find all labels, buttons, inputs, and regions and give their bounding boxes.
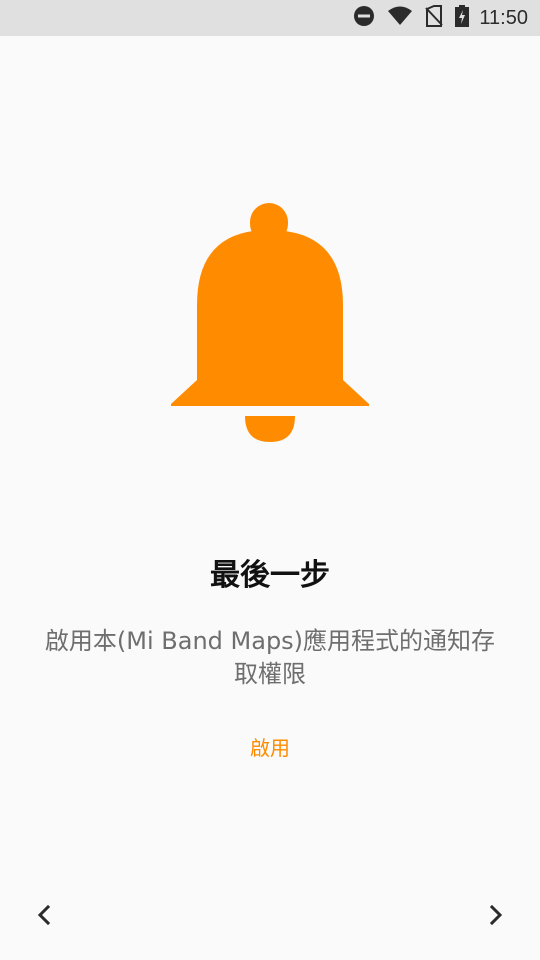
- status-bar: 11:50: [0, 0, 540, 36]
- battery-charging-icon: [455, 5, 470, 31]
- permission-description: 啟用本(Mi Band Maps)應用程式的通知存取權限: [44, 627, 496, 688]
- previous-button[interactable]: [22, 896, 66, 936]
- enable-button[interactable]: 啟用: [220, 728, 320, 764]
- page-title: 最後一步: [210, 558, 330, 593]
- next-button[interactable]: [474, 896, 518, 936]
- do-not-disturb-icon: [353, 5, 375, 31]
- no-sim-icon: [425, 5, 444, 31]
- chevron-right-icon: [488, 904, 504, 929]
- status-time: 11:50: [479, 6, 528, 29]
- wifi-icon: [387, 5, 413, 31]
- onboarding-screen: 11:50 最後一步 啟用本(Mi Band Maps)應用程式的通知存取權限 …: [0, 0, 540, 960]
- bell-icon: [170, 200, 370, 445]
- chevron-left-icon: [36, 904, 52, 929]
